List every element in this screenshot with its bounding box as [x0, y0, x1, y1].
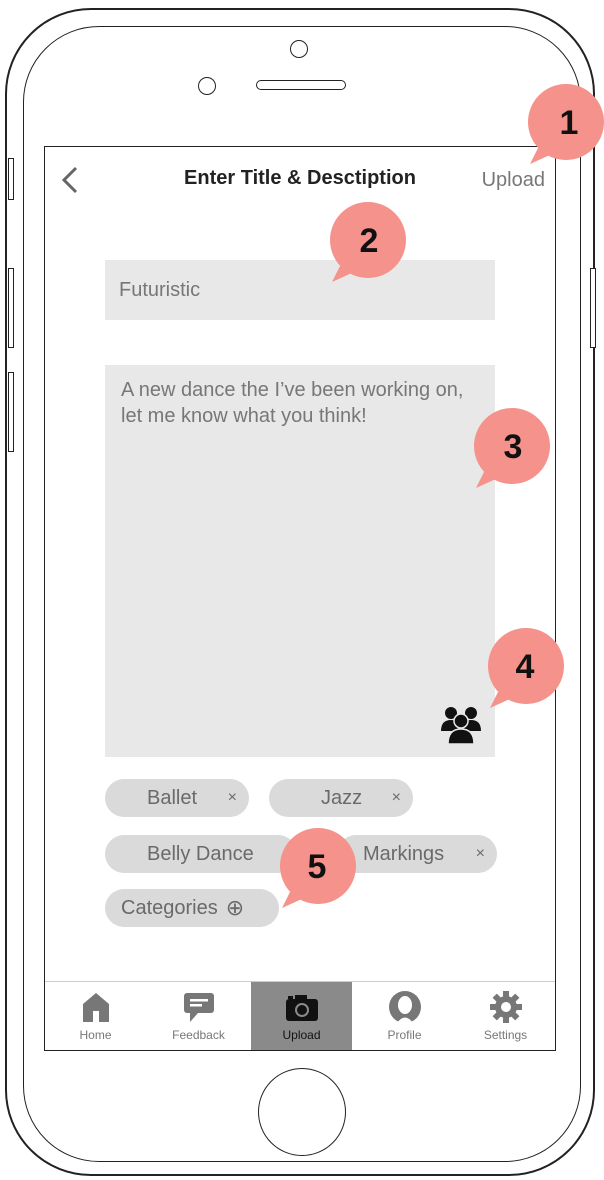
group-visibility-icon[interactable] — [439, 701, 483, 745]
callout-number: 3 — [503, 427, 523, 466]
categories-label: Categories — [121, 896, 218, 919]
tab-label: Home — [79, 1028, 112, 1042]
front-camera — [290, 40, 308, 58]
home-icon — [79, 990, 113, 1024]
callout-2: 2 — [326, 200, 408, 282]
tab-label: Settings — [483, 1028, 528, 1042]
page-title: Enter Title & Desctiption — [184, 167, 416, 189]
callout-4: 4 — [484, 626, 566, 708]
mute-switch — [8, 158, 14, 200]
gear-icon — [489, 990, 523, 1024]
description-textarea[interactable]: A new dance the I’ve been working on, le… — [105, 365, 495, 757]
add-circle-icon: ⊕ — [225, 895, 245, 920]
callout-3: 3 — [470, 406, 552, 488]
chip-remove-icon[interactable]: × — [228, 789, 237, 807]
tab-settings[interactable]: Settings — [455, 982, 555, 1050]
chip-label: Ballet — [147, 786, 198, 809]
chip-remove-icon[interactable]: × — [476, 845, 485, 863]
volume-down-button — [8, 372, 14, 452]
categories-add-button[interactable]: Categories ⊕ — [105, 889, 279, 927]
chip-jazz[interactable]: Jazz × — [269, 779, 413, 817]
callout-number: 1 — [559, 103, 579, 142]
chip-label: Jazz — [321, 786, 363, 809]
chip-belly-dance[interactable]: Belly Dance — [105, 835, 297, 873]
camera-icon — [285, 990, 319, 1024]
chip-label: Belly Dance — [147, 842, 254, 865]
feedback-icon — [182, 990, 216, 1024]
chip-markings[interactable]: Markings × — [337, 835, 497, 873]
earpiece-speaker — [256, 80, 346, 90]
proximity-sensor — [198, 77, 216, 95]
tab-home[interactable]: Home — [45, 982, 146, 1050]
chip-remove-icon[interactable]: × — [392, 789, 401, 807]
app-screen: Enter Title & Desctiption Upload Futuris… — [44, 146, 556, 1051]
upload-button[interactable]: Upload — [482, 169, 545, 192]
callout-1: 1 — [524, 82, 604, 164]
bottom-tab-bar: Home Feedback Upload Profile Settings — [45, 981, 555, 1050]
title-input[interactable]: Futuristic — [105, 260, 495, 320]
chip-ballet[interactable]: Ballet × — [105, 779, 249, 817]
profile-icon — [388, 990, 422, 1024]
callout-number: 2 — [359, 221, 379, 260]
tab-label: Feedback — [172, 1028, 225, 1042]
tab-label: Profile — [387, 1028, 422, 1042]
callout-5: 5 — [276, 826, 358, 908]
callout-number: 4 — [515, 647, 535, 686]
description-text: A new dance the I’ve been working on, le… — [121, 379, 464, 427]
power-button — [590, 268, 596, 348]
callout-number: 5 — [307, 847, 327, 886]
volume-up-button — [8, 268, 14, 348]
chip-label: Markings — [363, 842, 445, 865]
tab-feedback[interactable]: Feedback — [148, 982, 249, 1050]
tab-profile[interactable]: Profile — [354, 982, 455, 1050]
tab-upload[interactable]: Upload — [251, 982, 352, 1050]
tab-label: Upload — [282, 1028, 321, 1042]
home-button[interactable] — [258, 1068, 346, 1156]
